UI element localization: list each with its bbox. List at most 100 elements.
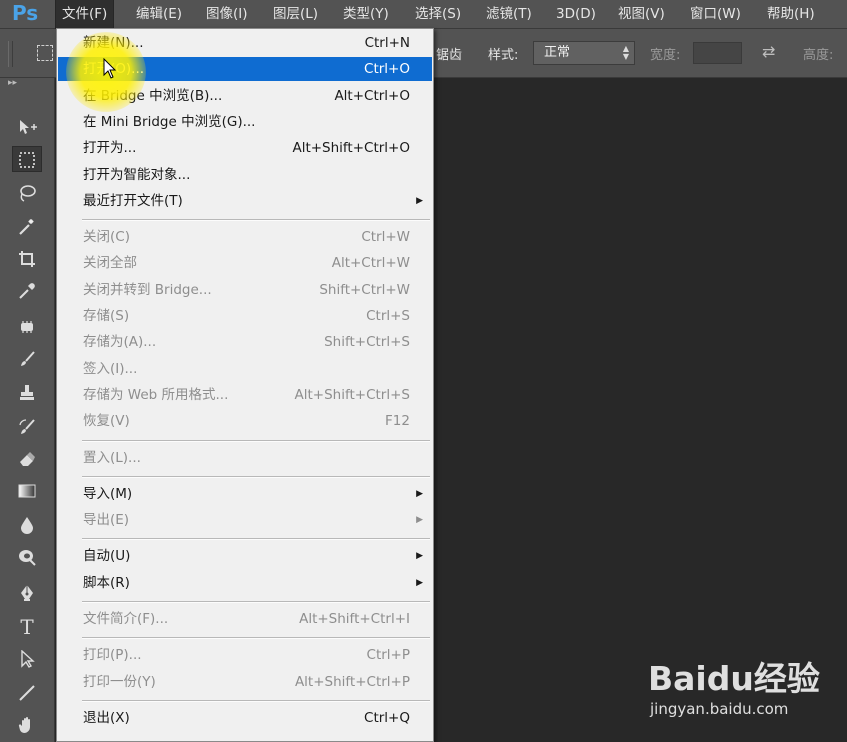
- anti-alias-label: 锯齿: [436, 48, 463, 63]
- file-menu-item[interactable]: 置入(L)...: [58, 446, 432, 470]
- file-menu-item[interactable]: 在 Mini Bridge 中浏览(G)...: [58, 110, 432, 134]
- height-label: 高度:: [803, 48, 834, 63]
- menu-item-shortcut: F12: [385, 413, 410, 430]
- file-menu-item[interactable]: 打开为智能对象...: [58, 163, 432, 187]
- menu-item-label: 导入(M): [83, 485, 133, 502]
- swap-dimensions-icon[interactable]: ⇄: [762, 42, 775, 61]
- menu-item-label: 置入(L)...: [83, 449, 141, 466]
- eraser-tool-icon[interactable]: [12, 446, 42, 472]
- menu-7[interactable]: 3D(D): [550, 0, 602, 28]
- blur-tool-icon[interactable]: [12, 512, 42, 538]
- menu-item-shortcut: Ctrl+S: [366, 308, 410, 324]
- crop-tool-icon[interactable]: [12, 246, 42, 272]
- menu-10[interactable]: 帮助(H): [761, 0, 821, 28]
- select-arrows-icon: ▲ ▼: [622, 44, 629, 61]
- file-menu-item[interactable]: 导入(M) ▶: [58, 482, 432, 506]
- file-menu-item[interactable]: 文件简介(F)... Alt+Shift+Ctrl+I: [58, 607, 432, 631]
- photoshop-logo: Ps: [12, 1, 39, 25]
- menu-item-label: 存储为(A)...: [83, 334, 157, 351]
- tool-preset-marquee-icon[interactable]: [37, 45, 53, 61]
- brush-tool-icon[interactable]: [12, 346, 42, 372]
- menu-item-shortcut: Shift+Ctrl+W: [319, 281, 410, 298]
- menu-item-label: 关闭(C): [83, 229, 130, 246]
- file-menu-item[interactable]: 退出(X) Ctrl+Q: [58, 706, 432, 730]
- collapse-panel-icon[interactable]: ▸▸: [8, 78, 17, 88]
- menu-3[interactable]: 图层(L): [267, 0, 324, 28]
- file-menu-item[interactable]: 打开为... Alt+Shift+Ctrl+O: [58, 136, 432, 160]
- file-menu-item[interactable]: 最近打开文件(T) ▶: [58, 189, 432, 213]
- file-menu-item[interactable]: 打印(P)... Ctrl+P: [58, 643, 432, 667]
- menu-separator: [82, 475, 430, 478]
- style-label: 样式:: [488, 48, 519, 63]
- file-menu-item[interactable]: 自动(U) ▶: [58, 544, 432, 568]
- menu-separator: [82, 219, 430, 222]
- type-tool-icon[interactable]: T: [12, 614, 42, 640]
- file-menu-item[interactable]: 恢复(V) F12: [58, 409, 432, 433]
- dodge-tool-icon[interactable]: [12, 544, 42, 570]
- rectangular-marquee-tool-icon[interactable]: [12, 146, 42, 172]
- menu-item-shortcut: Ctrl+O: [364, 61, 410, 78]
- menu-1[interactable]: 编辑(E): [130, 0, 188, 28]
- file-menu-item[interactable]: 新建(N)... Ctrl+N: [58, 31, 432, 55]
- menu-item-label: 关闭全部: [83, 255, 137, 272]
- file-menu-item[interactable]: 存储为 Web 所用格式... Alt+Shift+Ctrl+S: [58, 383, 432, 407]
- lasso-tool-icon[interactable]: [12, 180, 42, 206]
- menu-separator: [82, 699, 430, 702]
- hand-tool-icon[interactable]: [12, 712, 42, 738]
- menu-item-shortcut: Ctrl+W: [361, 229, 410, 246]
- file-menu-item[interactable]: 存储(S) Ctrl+S: [58, 304, 432, 328]
- menu-0[interactable]: 文件(F): [54, 0, 115, 29]
- file-menu-item[interactable]: 在 Bridge 中浏览(B)... Alt+Ctrl+O: [58, 84, 432, 108]
- file-menu-item[interactable]: 导出(E) ▶: [58, 508, 432, 532]
- path-selection-tool-icon[interactable]: [12, 646, 42, 672]
- menu-item-label: 存储为 Web 所用格式...: [83, 386, 229, 403]
- menu-item-label: 打开为...: [83, 140, 137, 157]
- menu-item-label: 导出(E): [83, 512, 130, 529]
- menu-item-shortcut: Alt+Shift+Ctrl+P: [294, 673, 410, 690]
- menu-separator: [82, 538, 430, 541]
- pen-tool-icon[interactable]: [12, 580, 42, 606]
- submenu-arrow-icon: ▶: [416, 488, 423, 499]
- menu-item-label: 在 Bridge 中浏览(B)...: [83, 87, 223, 104]
- menu-item-shortcut: Alt+Ctrl+O: [334, 87, 410, 104]
- file-menu-item[interactable]: 存储为(A)... Shift+Ctrl+S: [58, 330, 432, 354]
- menu-item-shortcut: Ctrl+Q: [364, 709, 410, 726]
- submenu-arrow-icon: ▶: [416, 551, 423, 562]
- move-tool-icon[interactable]: [12, 114, 42, 140]
- gradient-tool-icon[interactable]: [12, 478, 42, 504]
- menu-item-label: 关闭并转到 Bridge...: [83, 281, 212, 298]
- menu-item-label: 文件简介(F)...: [83, 611, 169, 627]
- eyedropper-tool-icon[interactable]: [12, 278, 42, 304]
- clone-stamp-tool-icon[interactable]: [12, 380, 42, 406]
- menu-6[interactable]: 滤镜(T): [480, 0, 538, 28]
- options-bar-grip[interactable]: [8, 41, 13, 67]
- menu-item-shortcut: Alt+Ctrl+W: [331, 255, 410, 272]
- menu-8[interactable]: 视图(V): [612, 0, 671, 28]
- style-select[interactable]: 正常 ▲ ▼: [533, 41, 635, 65]
- menu-2[interactable]: 图像(I): [200, 0, 254, 28]
- menu-item-shortcut: Ctrl+P: [366, 647, 410, 664]
- file-menu-item[interactable]: 打印一份(Y) Alt+Shift+Ctrl+P: [58, 670, 432, 694]
- menu-item-shortcut: Alt+Shift+Ctrl+O: [292, 140, 410, 157]
- file-menu-item[interactable]: 签入(I)...: [58, 357, 432, 381]
- menu-5[interactable]: 选择(S): [409, 0, 467, 28]
- file-menu-item[interactable]: 脚本(R) ▶: [58, 571, 432, 595]
- menu-item-label: 新建(N)...: [83, 35, 144, 51]
- file-menu-item[interactable]: 关闭(C) Ctrl+W: [58, 225, 432, 249]
- file-menu-item[interactable]: 关闭并转到 Bridge... Shift+Ctrl+W: [58, 278, 432, 302]
- width-input[interactable]: [693, 42, 742, 64]
- menu-9[interactable]: 窗口(W): [684, 0, 747, 28]
- menu-item-label: 恢复(V): [83, 413, 130, 430]
- history-brush-tool-icon[interactable]: [12, 414, 42, 440]
- magic-wand-tool-icon[interactable]: [12, 214, 42, 240]
- style-select-value: 正常: [544, 45, 571, 60]
- tools-panel: ▸▸ T: [0, 78, 55, 742]
- menu-item-shortcut: Ctrl+N: [364, 35, 410, 51]
- menu-item-label: 存储(S): [83, 308, 130, 324]
- line-tool-icon[interactable]: [12, 680, 42, 706]
- menu-item-shortcut: Shift+Ctrl+S: [324, 334, 410, 351]
- spot-healing-brush-tool-icon[interactable]: [12, 314, 42, 340]
- file-menu-item[interactable]: 关闭全部 Alt+Ctrl+W: [58, 251, 432, 275]
- menu-4[interactable]: 类型(Y): [337, 0, 395, 28]
- width-label: 宽度:: [650, 48, 681, 63]
